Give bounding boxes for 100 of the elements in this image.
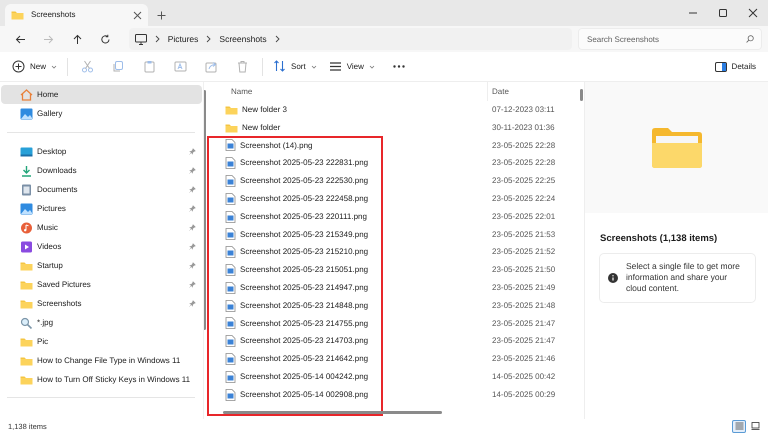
chevron-right-icon[interactable]	[206, 35, 212, 43]
file-name[interactable]: New folder	[204, 122, 487, 134]
folder-icon	[650, 126, 702, 168]
sidebar-item[interactable]: Downloads	[1, 161, 202, 180]
date-modified: 23-05-2025 22:24	[491, 194, 556, 204]
scrollbar-thumb[interactable]	[223, 411, 442, 414]
scrollbar-thumb[interactable]	[203, 90, 206, 330]
file-name[interactable]: New folder 3	[204, 104, 487, 116]
sidebar-item[interactable]: Saved Pictures	[1, 275, 202, 294]
sidebar-item[interactable]: Videos	[1, 237, 202, 256]
tile-view-icon	[750, 422, 760, 430]
image-file-icon	[225, 210, 236, 223]
file-name[interactable]: Screenshot 2025-05-23 222458.png	[204, 192, 487, 205]
date-modified: 23-05-2025 21:53	[491, 230, 556, 240]
new-button[interactable]: New	[6, 54, 64, 78]
image-file-icon	[225, 300, 236, 312]
address-bar[interactable]: Pictures Screenshots	[128, 28, 572, 50]
file-name[interactable]: Screenshot 2025-05-23 214703.png	[204, 335, 487, 348]
sidebar-item[interactable]: Home	[1, 85, 202, 104]
sidebar-item[interactable]: How to Change File Type in Windows 11	[1, 351, 202, 370]
maximize-icon[interactable]	[718, 8, 728, 18]
sidebar-item[interactable]: Documents	[1, 180, 202, 199]
picture-icon	[20, 202, 33, 214]
file-name[interactable]: Screenshot 2025-05-23 220111.png	[204, 210, 487, 223]
search-icon	[20, 316, 33, 328]
window-tab[interactable]: Screenshots	[5, 4, 148, 26]
file-name[interactable]: Screenshot 2025-05-23 222831.png	[204, 157, 487, 170]
panel-icon	[714, 62, 727, 72]
folder-icon	[20, 336, 33, 348]
sidebar-item[interactable]: Startup	[1, 256, 202, 275]
breadcrumb-link[interactable]: Pictures	[168, 34, 198, 44]
download-icon	[20, 164, 33, 176]
image-file-icon	[225, 264, 236, 276]
date-modified: 23-05-2025 21:46	[491, 354, 556, 364]
file-name[interactable]: Screenshot 2025-05-14 002908.png	[204, 388, 487, 401]
date-modified: 23-05-2025 21:52	[491, 247, 556, 258]
details-button[interactable]: Details	[708, 54, 762, 78]
file-name[interactable]: Screenshot 2025-05-14 004242.png	[204, 370, 487, 383]
video-icon	[20, 240, 33, 252]
file-name[interactable]: Screenshot 2025-05-23 214947.png	[204, 282, 487, 294]
view-toggle-button[interactable]	[732, 420, 746, 432]
view-button[interactable]: View	[322, 54, 381, 78]
back-icon[interactable]	[14, 34, 26, 44]
folder-icon	[20, 260, 33, 272]
file-name[interactable]: Screenshot 2025-05-23 214755.png	[204, 317, 487, 330]
chevron-right-icon[interactable]	[274, 35, 280, 43]
image-file-icon	[225, 335, 236, 348]
date-modified: 23-05-2025 22:25	[491, 176, 556, 186]
monitor-icon	[134, 34, 147, 44]
search-field[interactable]: Search Screenshots	[578, 28, 762, 50]
image-file-icon	[225, 228, 236, 240]
file-name[interactable]: Screenshot 2025-05-23 215051.png	[204, 264, 487, 276]
close-icon[interactable]	[133, 10, 142, 20]
image-file-icon	[225, 192, 236, 205]
breadcrumb-link[interactable]: Screenshots	[219, 34, 267, 44]
up-arrow-icon[interactable]	[72, 34, 83, 44]
image-file-icon	[225, 175, 236, 188]
refresh-icon[interactable]	[100, 34, 111, 44]
date-modified: 23-05-2025 21:49	[491, 283, 556, 293]
info-icon	[608, 272, 618, 283]
file-name[interactable]: Screenshot 2025-05-23 214848.png	[204, 300, 487, 312]
file-name[interactable]: Screenshot 2025-05-23 222530.png	[204, 175, 487, 188]
details-title: Screenshots (1,138 items)	[600, 233, 718, 244]
image-file-icon	[225, 246, 236, 258]
date-modified: 23-05-2025 21:48	[491, 300, 556, 310]
date-modified: 23-05-2025 22:28	[491, 140, 556, 150]
home-icon	[20, 88, 33, 100]
picture-icon	[20, 108, 33, 120]
date-modified: 23-05-2025 22:01	[491, 212, 556, 222]
file-name[interactable]: Screenshot 2025-05-23 215349.png	[204, 228, 487, 240]
scrollbar-thumb[interactable]	[580, 89, 583, 101]
image-file-icon	[225, 388, 236, 401]
sidebar-item[interactable]: *.jpg	[1, 313, 202, 332]
search-icon	[746, 35, 754, 43]
file-name[interactable]: Screenshot (14).png	[204, 139, 487, 152]
close-icon[interactable]	[748, 8, 758, 18]
sidebar-item[interactable]: Desktop	[1, 142, 202, 161]
sidebar-item[interactable]: Screenshots	[1, 294, 202, 313]
chevron-down-icon	[368, 64, 375, 68]
sort-button[interactable]: Sort	[267, 54, 323, 78]
folder-icon	[20, 354, 33, 366]
file-name[interactable]: Screenshot 2025-05-23 214642.png	[204, 353, 487, 366]
sort-icon	[273, 60, 286, 73]
sidebar-item[interactable]: Pic	[1, 332, 202, 351]
more-options-icon[interactable]	[392, 65, 405, 68]
folder-icon	[20, 298, 33, 310]
date-modified: 07-12-2023 03:11	[491, 105, 555, 115]
new-icon	[12, 60, 25, 73]
column-header[interactable]: Name	[204, 86, 487, 96]
sidebar-item[interactable]: Gallery	[1, 104, 202, 123]
desktop-icon	[20, 146, 33, 158]
folder-icon	[225, 122, 238, 134]
sidebar-item[interactable]: Music	[1, 218, 202, 237]
sidebar-item[interactable]: How to Turn Off Sticky Keys in Windows 11	[1, 370, 202, 389]
sidebar-item[interactable]: Pictures	[1, 199, 202, 218]
plus-icon[interactable]	[156, 10, 166, 20]
column-header[interactable]: Date	[487, 82, 567, 101]
file-name[interactable]: Screenshot 2025-05-23 215210.png	[204, 246, 487, 258]
list-view-icon	[734, 422, 744, 430]
music-icon	[20, 222, 33, 234]
